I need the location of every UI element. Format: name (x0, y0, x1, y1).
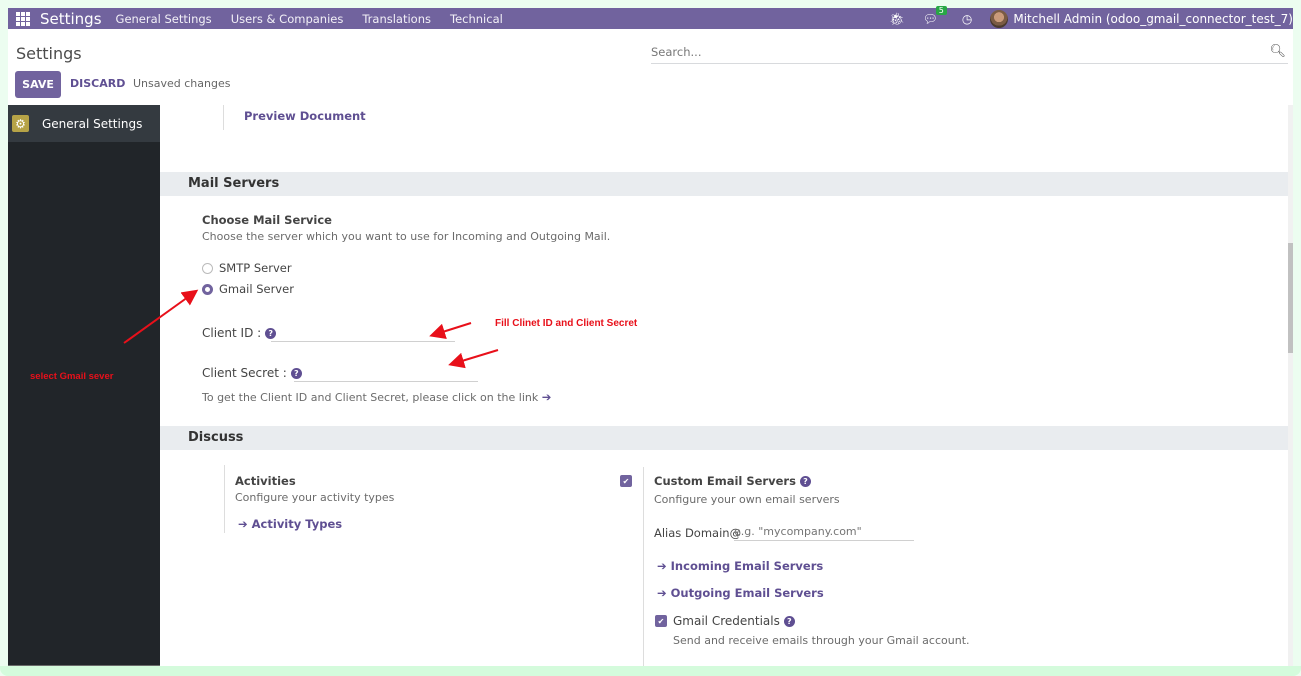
alias-domain-label: Alias Domain@ (654, 526, 742, 540)
choose-mail-service-title: Choose Mail Service (202, 213, 332, 227)
search-input[interactable] (651, 42, 1251, 62)
custom-email-servers-desc: Configure your own email servers (654, 493, 840, 506)
app-title[interactable]: Settings (40, 10, 102, 28)
outgoing-email-servers-label: Outgoing Email Servers (670, 586, 824, 600)
client-secret-label-text: Client Secret : (202, 366, 287, 380)
annotation-select-gmail: select Gmail sever (30, 371, 114, 382)
incoming-email-servers-label: Incoming Email Servers (670, 559, 824, 573)
activity-types-label: Activity Types (251, 517, 343, 531)
divider (224, 465, 225, 533)
arrow-right-icon: ➔ (657, 559, 667, 573)
radio-smtp-server[interactable]: SMTP Server (202, 261, 292, 275)
unsaved-changes-status: Unsaved changes (133, 77, 231, 90)
page-title: Settings (16, 44, 82, 63)
choose-mail-service-desc: Choose the server which you want to use … (202, 230, 611, 243)
radio-button-checked[interactable] (202, 283, 213, 295)
gmail-credentials-desc: Send and receive emails through your Gma… (673, 634, 970, 647)
activities-desc: Configure your activity types (235, 491, 395, 504)
help-question-icon[interactable]: ? (799, 475, 811, 487)
menu-general-settings[interactable]: General Settings (116, 12, 212, 26)
gmail-credentials-title: Gmail Credentials ? (673, 614, 795, 628)
settings-sidebar: ⚙ General Settings (8, 105, 160, 666)
activities-title: Activities (235, 474, 296, 488)
radio-gmail-server[interactable]: Gmail Server (202, 282, 294, 296)
discard-button[interactable]: DISCARD (70, 77, 125, 90)
activity-clock-icon[interactable]: ◷ (962, 12, 972, 26)
annotation-fill-client: Fill Clinet ID and Client Secret (495, 318, 638, 329)
client-id-label: Client ID : ? (202, 326, 277, 340)
arrow-right-link-icon[interactable]: ➔ (542, 390, 552, 404)
sidebar-item-label: General Settings (42, 116, 143, 131)
save-button[interactable]: SAVE (15, 71, 61, 98)
custom-email-servers-checkbox[interactable]: ✔ (620, 475, 632, 487)
top-navbar: Settings General Settings Users & Compan… (8, 5, 1293, 29)
sidebar-item-general-settings[interactable]: ⚙ General Settings (8, 105, 160, 142)
client-id-input[interactable] (271, 324, 455, 342)
preview-block: Preview Document (223, 105, 366, 130)
user-menu[interactable]: Mitchell Admin (odoo_gmail_connector_tes… (1013, 12, 1293, 26)
arrow-right-icon: ➔ (657, 586, 667, 600)
search-bar: 🔍︎ (651, 42, 1288, 64)
preview-document-link[interactable]: Preview Document (244, 109, 366, 123)
client-link-hint-text: To get the Client ID and Client Secret, … (202, 391, 539, 404)
settings-content: Preview Document Mail Servers Choose Mai… (160, 105, 1288, 666)
scrollbar-thumb[interactable] (1288, 243, 1293, 353)
backdrop-border (0, 666, 1301, 676)
arrow-right-icon: ➔ (238, 517, 248, 531)
client-secret-label: Client Secret : ? (202, 366, 302, 380)
client-secret-input[interactable] (294, 364, 478, 382)
section-discuss: Discuss (160, 426, 1288, 450)
menu-users-companies[interactable]: Users & Companies (231, 12, 344, 26)
gear-icon: ⚙ (12, 115, 29, 132)
client-link-hint: To get the Client ID and Client Secret, … (202, 390, 551, 404)
menu-technical[interactable]: Technical (450, 12, 503, 26)
custom-email-servers-label: Custom Email Servers (654, 474, 796, 488)
activity-types-link[interactable]: ➔ Activity Types (238, 517, 342, 531)
alias-domain-input[interactable] (734, 523, 914, 541)
message-count-badge: 5 (935, 5, 947, 15)
radio-label: SMTP Server (219, 261, 292, 275)
client-id-label-text: Client ID : (202, 326, 262, 340)
radio-label: Gmail Server (219, 282, 294, 296)
debug-bug-icon[interactable]: 🐞︎ (889, 12, 904, 26)
radio-button[interactable] (202, 262, 213, 274)
apps-menu-icon[interactable] (16, 11, 30, 26)
user-avatar[interactable] (990, 9, 1009, 28)
incoming-email-servers-link[interactable]: ➔ Incoming Email Servers (657, 559, 823, 573)
gmail-credentials-checkbox[interactable]: ✔ (655, 615, 667, 627)
content-scrollbar[interactable] (1288, 105, 1293, 666)
search-icon[interactable]: 🔍︎ (1269, 44, 1286, 59)
help-question-icon[interactable]: ? (783, 615, 795, 627)
messages-icon[interactable]: 💬︎ 5 (923, 5, 947, 26)
custom-email-servers-title: Custom Email Servers ? (654, 474, 811, 488)
section-mail-servers: Mail Servers (160, 172, 1288, 196)
divider (643, 467, 644, 666)
outgoing-email-servers-link[interactable]: ➔ Outgoing Email Servers (657, 586, 824, 600)
menu-translations[interactable]: Translations (362, 12, 431, 26)
gmail-credentials-label: Gmail Credentials (673, 614, 780, 628)
